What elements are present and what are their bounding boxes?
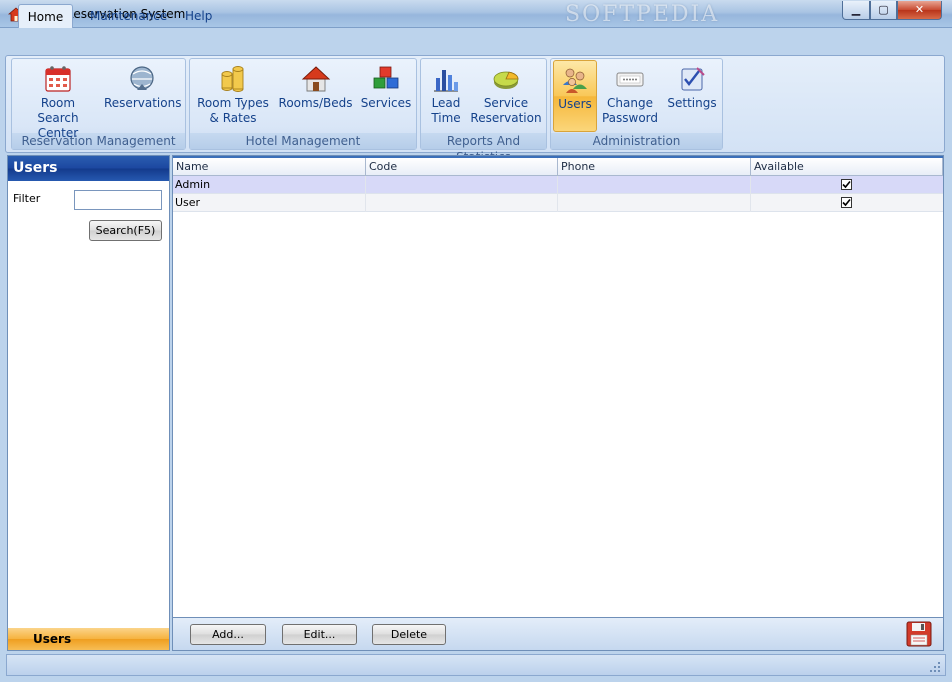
checkmark-icon (842, 198, 851, 207)
button-label: Service (483, 96, 529, 110)
minimize-button[interactable]: ▁ (842, 1, 870, 20)
button-label: & Rates (209, 111, 257, 125)
users-icon (563, 68, 587, 93)
close-button[interactable]: ✕ (897, 1, 942, 20)
button-label: Time (431, 111, 461, 125)
button-label: Settings (667, 96, 717, 110)
cell-name: User (173, 194, 366, 212)
cell-phone (558, 194, 751, 212)
cell-phone (558, 176, 751, 194)
column-header-name[interactable]: Name (173, 158, 366, 176)
tab-maintenance[interactable]: Maintenance (80, 4, 177, 28)
floppy-disk-icon[interactable] (905, 620, 933, 648)
room-types-rates-button[interactable]: Room Types & Rates (197, 60, 269, 132)
users-button[interactable]: Users (553, 60, 597, 132)
lead-time-button[interactable]: Lead Time (424, 60, 468, 132)
button-label: Reservations (104, 96, 182, 110)
group-label: Administration (551, 133, 722, 149)
status-bar (6, 654, 946, 676)
rooms-beds-button[interactable]: Rooms/Beds (278, 60, 353, 132)
column-header-code[interactable]: Code (366, 158, 558, 176)
cell-code (366, 176, 558, 194)
table-row[interactable]: Admin (173, 176, 943, 194)
pie-chart-icon (493, 71, 519, 89)
room-search-center-button[interactable]: Room Search Center (20, 60, 96, 140)
button-label: Lead (431, 96, 461, 110)
softpedia-watermark: SOFTPEDIA (565, 2, 720, 27)
tab-home[interactable]: Home (18, 4, 73, 28)
available-checkbox[interactable] (841, 179, 852, 190)
settings-checklist-icon (681, 67, 705, 91)
column-header-available[interactable]: Available (751, 158, 943, 176)
available-checkbox[interactable] (841, 197, 852, 208)
settings-button[interactable]: Settings (664, 60, 720, 132)
button-label: Users (558, 97, 592, 111)
button-label: Center (37, 126, 79, 140)
cubes-icon (373, 66, 399, 89)
group-label: Hotel Management (190, 133, 416, 149)
ribbon-tab-strip (0, 28, 952, 56)
services-button[interactable]: Services (359, 60, 413, 132)
maximize-button[interactable]: ▢ (870, 1, 897, 20)
button-label: Change (607, 96, 653, 110)
button-label: Reservation (470, 111, 542, 125)
filter-label: Filter (13, 192, 41, 205)
calendar-icon (45, 66, 71, 92)
users-grid (172, 155, 944, 618)
reservations-globe-icon (130, 66, 154, 90)
reservations-button[interactable]: Reservations (104, 60, 182, 132)
button-label: Room Search (37, 96, 79, 125)
button-label: Rooms/Beds (278, 96, 353, 110)
edit-button[interactable]: Edit... (282, 624, 357, 645)
cell-name: Admin (173, 176, 366, 194)
button-label: Password (601, 111, 659, 125)
delete-button[interactable]: Delete (372, 624, 446, 645)
column-header-phone[interactable]: Phone (558, 158, 751, 176)
button-label: Services (360, 96, 412, 110)
resize-grip-icon[interactable] (928, 660, 942, 674)
users-nav-item[interactable]: Users (8, 628, 169, 650)
filter-input[interactable] (74, 190, 162, 210)
change-password-button[interactable]: Change Password (601, 60, 659, 132)
cell-code (366, 194, 558, 212)
add-button[interactable]: Add... (190, 624, 266, 645)
service-reservation-button[interactable]: Service Reservation (470, 60, 542, 132)
button-label: Room Types (197, 96, 269, 110)
coins-icon (221, 66, 244, 92)
table-row[interactable]: User (173, 194, 943, 212)
search-button[interactable]: Search(F5) (89, 220, 162, 241)
checkmark-icon (842, 180, 851, 189)
group-label: Reports And Statistics (421, 133, 546, 164)
panel-title: Users (8, 156, 169, 181)
bar-chart-icon (434, 70, 458, 92)
password-field-icon (616, 72, 644, 87)
tab-help[interactable]: Help (175, 4, 222, 28)
house-icon (301, 66, 330, 92)
